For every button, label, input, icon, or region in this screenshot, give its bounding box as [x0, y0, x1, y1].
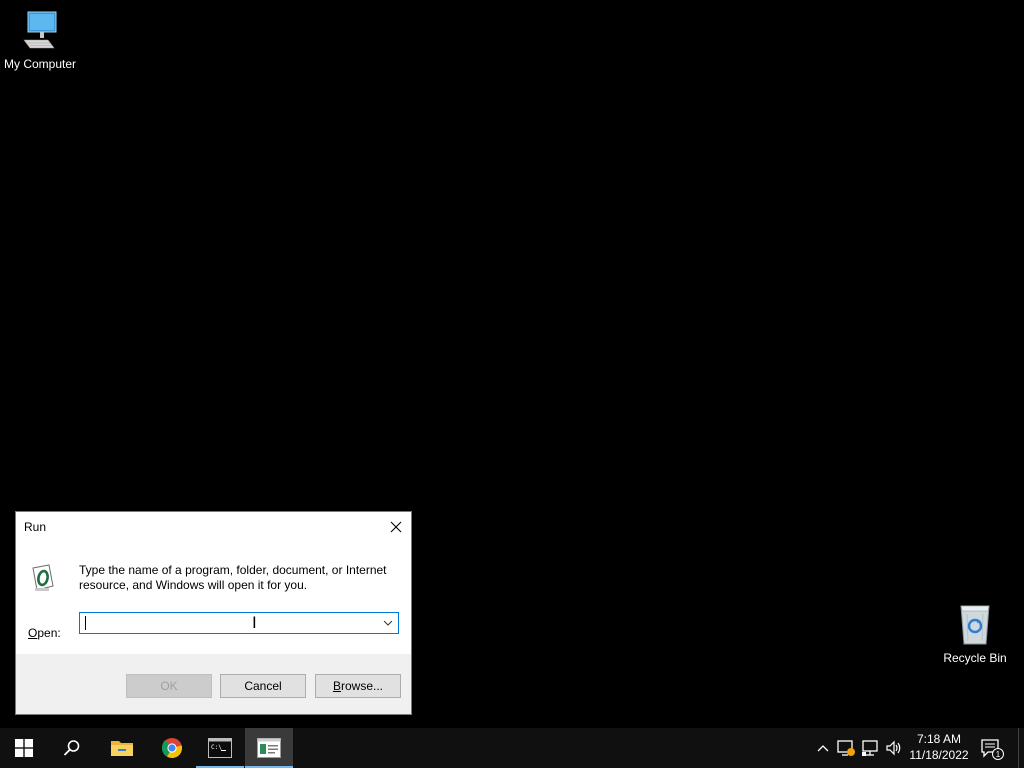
start-button[interactable] — [0, 728, 48, 768]
open-combobox[interactable]: I — [79, 612, 399, 634]
search-icon — [63, 740, 80, 756]
volume-icon — [886, 740, 901, 756]
open-input[interactable] — [83, 614, 377, 634]
terminal-icon: C:\ — [208, 738, 232, 758]
system-clock[interactable]: 7:18 AM 11/18/2022 — [903, 731, 975, 763]
window-title: Run — [24, 520, 47, 534]
action-center-button[interactable]: 1 — [980, 738, 1004, 760]
recycle-bin-icon — [935, 602, 1015, 649]
close-button[interactable] — [381, 512, 411, 542]
instruction-text: Type the name of a program, folder, docu… — [79, 563, 387, 592]
search-button[interactable] — [48, 728, 96, 768]
desktop-icon-label: My Computer — [3, 57, 77, 71]
chrome-button[interactable] — [148, 728, 196, 768]
text-cursor — [85, 616, 86, 630]
computer-icon — [0, 8, 80, 55]
clock-date: 11/18/2022 — [909, 748, 969, 762]
ibeam-cursor-icon: I — [252, 613, 257, 632]
dropdown-button[interactable] — [378, 613, 398, 633]
run-app-icon — [257, 738, 281, 758]
svg-text:C:\: C:\ — [211, 744, 222, 751]
file-explorer-button[interactable] — [98, 728, 146, 768]
device-status-tray[interactable] — [836, 738, 856, 758]
open-label-text: pen: — [37, 626, 61, 640]
close-icon — [390, 521, 402, 533]
run-dialog: Run Type the name of a program, folder, … — [15, 511, 412, 715]
chrome-icon — [161, 738, 183, 759]
show-desktop-button[interactable] — [1018, 728, 1024, 768]
dialog-content: Type the name of a program, folder, docu… — [16, 542, 411, 654]
command-prompt-button[interactable]: C:\ — [196, 728, 244, 768]
taskbar: C:\ 7:18 AM 11/18/2022 1 — [0, 728, 1024, 768]
desktop-icon-label: Recycle Bin — [943, 651, 1007, 665]
device-status-icon — [837, 740, 855, 756]
desktop-icon-my-computer[interactable]: My Computer — [0, 8, 80, 71]
show-hidden-icons-button[interactable] — [813, 738, 833, 758]
folder-icon — [111, 741, 133, 756]
open-label-accelerator: O — [28, 626, 38, 640]
windows-logo-icon — [15, 739, 33, 757]
run-app-icon — [32, 564, 54, 592]
ok-button[interactable]: OK — [126, 674, 212, 698]
chevron-up-icon — [817, 745, 829, 752]
notification-icon: 1 — [981, 739, 1004, 760]
browse-button[interactable]: Browse... — [315, 674, 401, 698]
notification-count: 1 — [996, 750, 1001, 759]
clock-time: 7:18 AM — [916, 732, 962, 746]
network-tray[interactable] — [860, 738, 880, 758]
volume-tray[interactable] — [884, 738, 904, 758]
browse-label: rowse... — [341, 679, 384, 693]
run-window-button[interactable] — [245, 728, 293, 768]
desktop-icon-recycle-bin[interactable]: Recycle Bin — [935, 602, 1015, 665]
chevron-down-icon — [383, 620, 393, 626]
open-label: Open: — [28, 626, 61, 640]
title-bar[interactable]: Run — [16, 512, 411, 542]
network-icon — [862, 740, 878, 756]
browse-accelerator: B — [332, 679, 341, 693]
cancel-button[interactable]: Cancel — [220, 674, 306, 698]
